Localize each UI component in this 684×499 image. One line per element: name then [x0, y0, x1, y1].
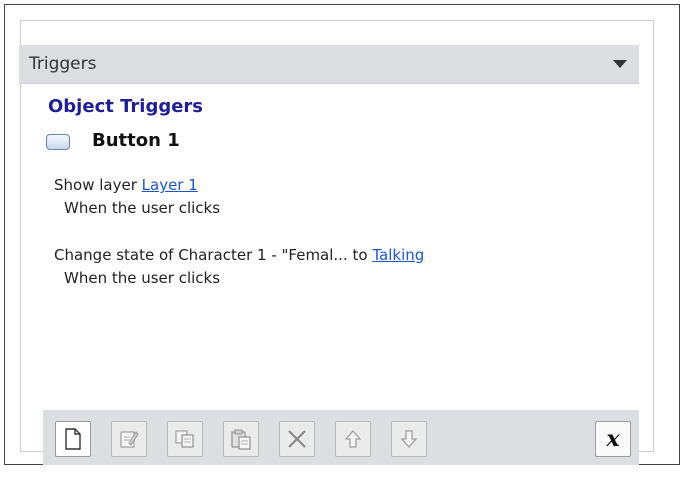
trigger-item[interactable]: Show layer Layer 1 When the user clicks [54, 176, 220, 217]
edit-trigger-icon [119, 429, 139, 449]
new-trigger-icon [64, 428, 82, 450]
copy-button[interactable] [167, 421, 203, 457]
trigger-condition: When the user clicks [64, 269, 221, 287]
section-title: Object Triggers [48, 96, 204, 117]
close-trigger-button[interactable]: x [595, 421, 631, 457]
trigger-target-link[interactable]: Layer 1 [142, 176, 198, 194]
object-name: Button 1 [92, 130, 180, 151]
panel-header[interactable]: Triggers [19, 45, 639, 84]
delete-icon [286, 428, 308, 450]
trigger-item[interactable]: Change state of Character 1 - "Femal... … [54, 246, 424, 287]
move-down-icon [400, 429, 418, 449]
dropdown-arrow-icon[interactable] [613, 60, 627, 68]
button-object-icon [46, 134, 70, 150]
trigger-action: Show layer [54, 176, 137, 194]
trigger-condition: When the user clicks [64, 199, 221, 217]
trigger-joiner: to [352, 246, 368, 264]
trigger-target-link[interactable]: Talking [372, 246, 424, 264]
paste-button[interactable] [223, 421, 259, 457]
close-icon: x [606, 426, 620, 452]
copy-icon [174, 429, 196, 449]
edit-trigger-button[interactable] [111, 421, 147, 457]
triggers-panel [20, 20, 654, 452]
trigger-action: Change state of Character 1 - "Femal... [54, 246, 348, 264]
move-up-button[interactable] [335, 421, 371, 457]
new-trigger-button[interactable] [55, 421, 91, 457]
trigger-toolbar: x [43, 410, 639, 465]
move-down-button[interactable] [391, 421, 427, 457]
panel-title: Triggers [29, 54, 97, 74]
move-up-icon [344, 429, 362, 449]
paste-icon [230, 428, 252, 450]
delete-button[interactable] [279, 421, 315, 457]
